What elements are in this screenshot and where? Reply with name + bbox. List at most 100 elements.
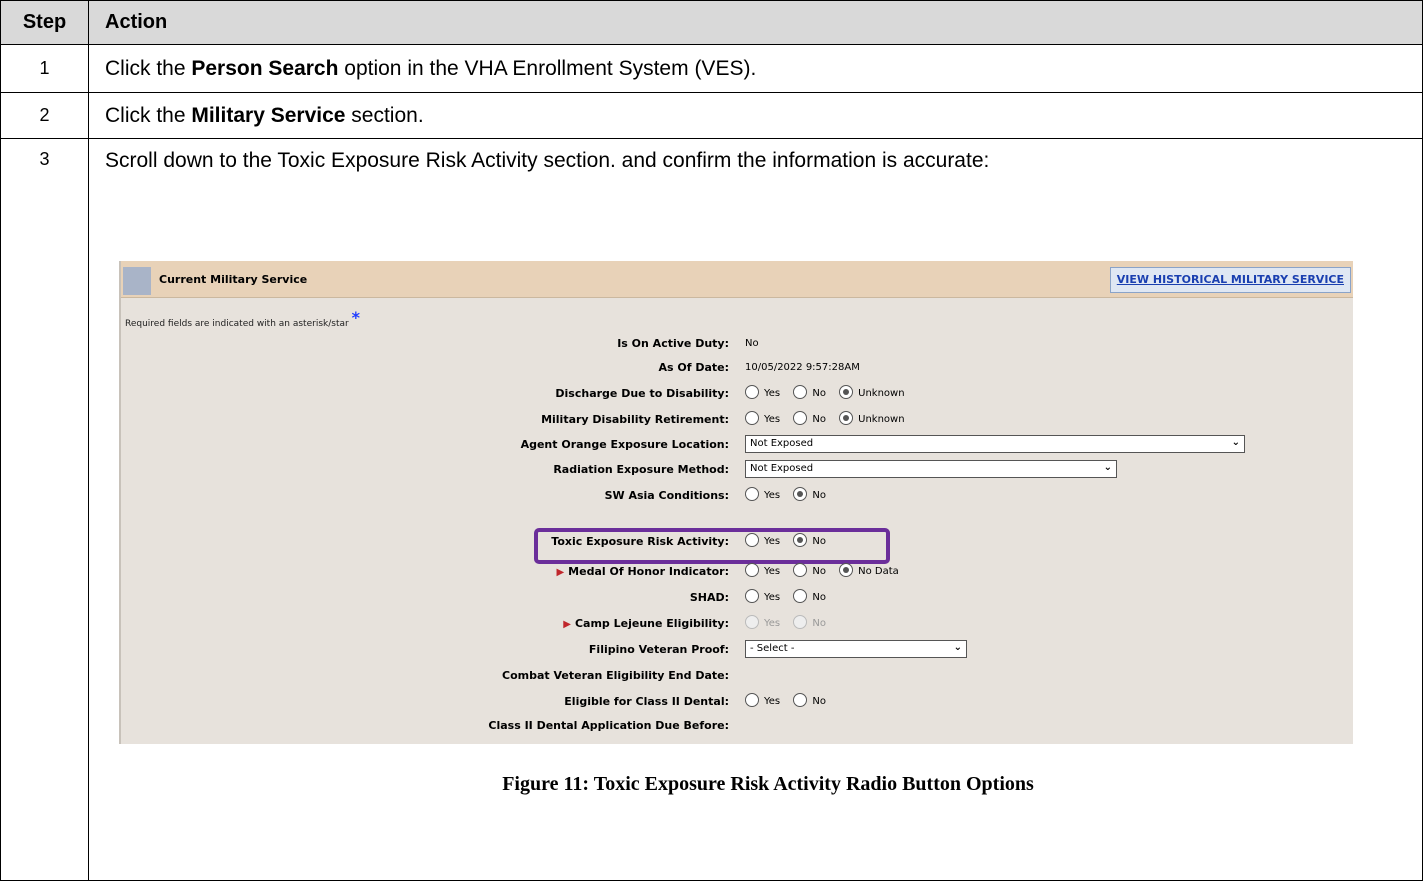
instruction-text: section.	[345, 103, 424, 127]
option-label: No	[812, 388, 826, 399]
step-number: 3	[0, 138, 89, 881]
option-label: Yes	[764, 414, 781, 425]
action-column-header: Action	[88, 0, 1423, 45]
radio-group: Yes No	[745, 613, 836, 635]
field-label: Combat Veteran Eligibility End Date:	[502, 669, 729, 682]
instruction-text: Scroll down to the Toxic Exposure Risk A…	[105, 149, 990, 172]
section-title: Current Military Service	[159, 273, 308, 286]
radio-option-yes: Yes	[745, 615, 780, 629]
radio-option-unknown[interactable]: Unknown	[839, 411, 905, 425]
radio-button[interactable]	[793, 693, 808, 707]
field-value: 10/05/2022 9:57:28AM	[745, 362, 860, 373]
procedure-table: Step Action 1 Click the Person Search op…	[0, 0, 1423, 881]
radio-option-yes[interactable]: Yes	[745, 487, 780, 501]
required-note-text: Required fields are indicated with an as…	[125, 319, 349, 329]
option-label: Unknown	[858, 414, 905, 425]
radio-button[interactable]	[793, 411, 808, 425]
radio-option-no[interactable]: No	[793, 589, 826, 603]
field-filipino-veteran-proof: Filipino Veteran Proof: - Select - ⌄	[121, 639, 1353, 661]
radio-option-no[interactable]: No	[793, 693, 826, 707]
field-class-ii-due-before: Class II Dental Application Due Before:	[121, 715, 1353, 737]
table-row: 3 Scroll down to the Toxic Exposure Risk…	[0, 138, 1423, 881]
chevron-down-icon: ⌄	[1103, 462, 1112, 473]
radio-button[interactable]	[839, 411, 854, 425]
radio-button[interactable]	[745, 693, 759, 707]
radio-group: Yes No Unknown	[745, 383, 915, 405]
label-text: Medal Of Honor Indicator:	[568, 565, 729, 578]
field-label: ▶ Camp Lejeune Eligibility:	[563, 613, 729, 636]
radio-button[interactable]	[793, 563, 808, 577]
radio-button[interactable]	[793, 589, 808, 603]
radio-option-yes[interactable]: Yes	[745, 563, 780, 577]
table-row: 2 Click the Military Service section.	[0, 92, 1423, 139]
field-discharge-disability: Discharge Due to Disability: Yes No Unkn…	[121, 383, 1353, 405]
field-agent-orange-location: Agent Orange Exposure Location: Not Expo…	[121, 434, 1353, 456]
field-military-disability-retirement: Military Disability Retirement: Yes No U…	[121, 409, 1353, 431]
radio-option-yes[interactable]: Yes	[745, 411, 781, 425]
field-value: No	[745, 338, 759, 349]
radiation-select[interactable]: Not Exposed ⌄	[745, 459, 1117, 481]
field-as-of-date: As Of Date: 10/05/2022 9:57:28AM	[121, 357, 1353, 379]
radio-option-no-data[interactable]: No Data	[839, 563, 899, 577]
option-label: No Data	[858, 566, 899, 577]
step-instruction: Click the Military Service section.	[88, 92, 1423, 139]
radio-button	[745, 615, 759, 629]
view-historical-military-service-link[interactable]: VIEW HISTORICAL MILITARY SERVICE	[1109, 267, 1351, 293]
field-label: Military Disability Retirement:	[541, 413, 729, 426]
radio-button[interactable]	[745, 487, 759, 501]
field-active-duty: Is On Active Duty: No	[121, 333, 1353, 355]
triangle-marker-icon: ▶	[556, 567, 565, 578]
radio-button[interactable]	[793, 487, 808, 501]
field-label: ▶ Medal Of Honor Indicator:	[556, 561, 729, 584]
option-label: No	[812, 618, 826, 629]
radio-option-no[interactable]: No	[793, 411, 826, 425]
radio-option-yes[interactable]: Yes	[745, 385, 781, 399]
agent-orange-select[interactable]: Not Exposed ⌄	[745, 434, 1245, 456]
section-header: Current Military Service VIEW HISTORICAL…	[121, 261, 1353, 298]
option-label: Yes	[764, 388, 781, 399]
radio-group: Yes No Unknown	[745, 409, 915, 431]
field-camp-lejeune: ▶ Camp Lejeune Eligibility: Yes No	[121, 613, 1353, 635]
radio-button[interactable]	[839, 563, 854, 577]
field-label: Class II Dental Application Due Before:	[488, 719, 729, 732]
step-number: 1	[0, 44, 89, 93]
radio-button[interactable]	[745, 385, 759, 399]
field-label: Filipino Veteran Proof:	[588, 643, 729, 656]
field-sw-asia-conditions: SW Asia Conditions: Yes No	[121, 485, 1353, 507]
radio-option-unknown[interactable]: Unknown	[839, 385, 905, 399]
chevron-down-icon: ⌄	[953, 642, 962, 653]
field-radiation-exposure-method: Radiation Exposure Method: Not Exposed ⌄	[121, 459, 1353, 481]
select-box[interactable]: Not Exposed ⌄	[745, 460, 1117, 478]
option-label: Unknown	[858, 388, 905, 399]
field-label: Eligible for Class II Dental:	[564, 695, 729, 708]
select-box[interactable]: - Select - ⌄	[745, 640, 967, 658]
radio-button[interactable]	[745, 589, 759, 603]
radio-option-yes[interactable]: Yes	[745, 589, 781, 603]
selected-value: Not Exposed	[750, 463, 814, 474]
radio-option-yes[interactable]: Yes	[745, 693, 780, 707]
step-instruction: Scroll down to the Toxic Exposure Risk A…	[88, 138, 1423, 881]
radio-option-no[interactable]: No	[793, 563, 826, 577]
option-label: No	[812, 696, 826, 707]
label-text: Camp Lejeune Eligibility:	[574, 617, 729, 630]
field-medal-of-honor: ▶ Medal Of Honor Indicator: Yes No No Dat…	[121, 561, 1353, 583]
radio-button[interactable]	[745, 563, 759, 577]
radio-button[interactable]	[793, 385, 808, 399]
field-label: SW Asia Conditions:	[604, 489, 729, 502]
instruction-emphasis: Military Service	[191, 103, 346, 127]
radio-option-no[interactable]: No	[793, 385, 826, 399]
table-header-row: Step Action	[0, 0, 1423, 45]
radio-option-no[interactable]: No	[793, 487, 826, 501]
radio-button[interactable]	[839, 385, 854, 399]
option-label: No	[812, 414, 826, 425]
option-label: No	[812, 490, 826, 501]
table-row: 1 Click the Person Search option in the …	[0, 44, 1423, 93]
radio-button	[793, 615, 808, 629]
option-label: Yes	[764, 592, 781, 603]
radio-button[interactable]	[745, 411, 759, 425]
filipino-select[interactable]: - Select - ⌄	[745, 639, 967, 661]
select-box[interactable]: Not Exposed ⌄	[745, 435, 1245, 453]
radio-option-no: No	[793, 615, 826, 629]
military-service-screenshot: Current Military Service VIEW HISTORICAL…	[119, 261, 1353, 744]
field-label: Discharge Due to Disability:	[555, 387, 729, 400]
